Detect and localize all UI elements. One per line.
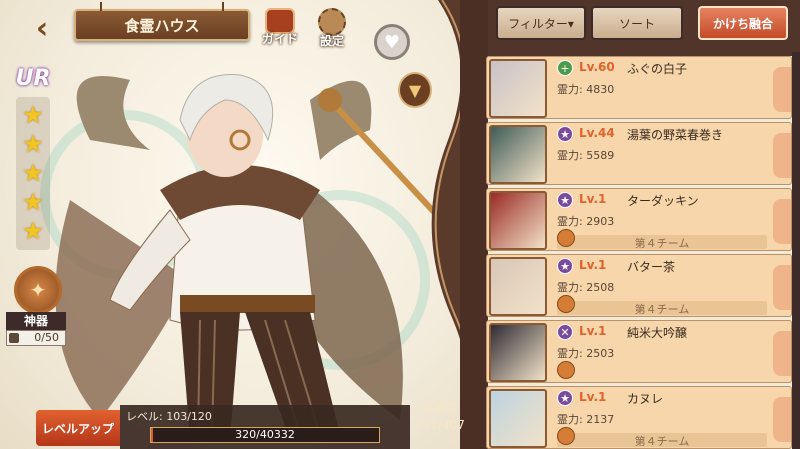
row-tab (773, 265, 791, 310)
list-scrollbar[interactable] (792, 52, 800, 449)
list-item[interactable]: ★ Lv.44 湯葉の野菜春巻き 霊力: 5589 (486, 122, 792, 185)
character-name: 湯葉の野菜春巻き (627, 128, 724, 142)
character-stage: ‹ 食霊ハウス ガイド 設定 ♥ ▼ UR ★ ★ ★ ★ ★ ✦ 神器 0/50 レベ… (0, 0, 470, 449)
row-tab (773, 133, 791, 178)
team-badge: 第４チーム (557, 301, 767, 316)
character-portrait[interactable] (489, 191, 547, 250)
heart-icon: ♥ (383, 31, 401, 53)
level-label: Lv.60 (579, 60, 615, 74)
list-item[interactable]: ★ Lv.1 ターダッキン 霊力: 2903 第４チーム (486, 188, 792, 251)
character-portrait[interactable] (489, 389, 547, 448)
character-name: カヌレ (627, 392, 664, 406)
character-portrait[interactable] (489, 59, 547, 118)
level-panel: レベル: 103/120 320/40332 (120, 405, 410, 449)
power-value: 霊力: 2903 (557, 215, 615, 228)
character-name: ターダッキン (627, 194, 699, 208)
row-tab (773, 331, 791, 376)
grade-icon: ★ (557, 258, 573, 274)
character-portrait[interactable] (489, 257, 547, 316)
character-list[interactable]: + Lv.60 ふぐの白子 霊力: 4830 ★ Lv.44 湯葉の野菜春巻き 霊力: 558… (486, 52, 792, 449)
star-rating: ★ ★ ★ ★ ★ (16, 97, 50, 250)
character-portrait[interactable] (489, 125, 547, 184)
grade-icon: + (557, 60, 573, 76)
star-icon: ★ (22, 159, 44, 187)
grade-icon: ✕ (557, 324, 573, 340)
power-value: 霊力: 4830 (557, 83, 615, 96)
list-toolbar: フィルター▾ ソート かけち融合 (488, 0, 800, 56)
level-up-button[interactable]: レベルアップ (36, 410, 120, 446)
rarity-badge: UR (15, 66, 51, 91)
power-value: 霊力: 5589 (557, 149, 615, 162)
wood-frame (431, 0, 488, 449)
guide-label: ガイド (262, 32, 299, 46)
artifact-count-value: 0/50 (34, 331, 59, 344)
level-label: Lv.44 (579, 126, 615, 140)
star-icon: ★ (22, 101, 44, 129)
settings-label: 設定 (319, 34, 344, 48)
fuse-button[interactable]: かけち融合 (698, 6, 788, 40)
team-badge: 第４チーム (557, 433, 767, 448)
character-portrait[interactable] (489, 323, 547, 382)
power-value: 霊力: 2503 (557, 347, 615, 360)
row-tab (773, 67, 791, 112)
star-icon: ★ (22, 217, 44, 245)
star-icon: ★ (22, 130, 44, 158)
capacity-icon (9, 333, 19, 343)
list-item[interactable]: ✕ Lv.1 純米大吟醸 霊力: 2503 (486, 320, 792, 383)
favor-icon (557, 361, 575, 379)
level-label: Lv.1 (579, 258, 607, 272)
character-name: 純米大吟醸 (627, 326, 688, 340)
artifact-count: 0/50 (6, 330, 66, 346)
list-item[interactable]: ★ Lv.1 バター茶 霊力: 2508 第４チーム (486, 254, 792, 317)
level-label: Lv.1 (579, 324, 607, 338)
sort-button[interactable]: ソート (591, 6, 683, 40)
character-name: バター茶 (627, 260, 676, 274)
star-icon: ★ (22, 188, 44, 216)
character-illustration[interactable] (40, 40, 440, 449)
favor-icon (557, 229, 575, 247)
grade-icon: ★ (557, 390, 573, 406)
exp-text: 320/40332 (235, 428, 295, 441)
rarity-panel: UR ★ ★ ★ ★ ★ (10, 66, 56, 250)
team-badge: 第４チーム (557, 235, 767, 250)
list-item[interactable]: ★ Lv.1 カヌレ 霊力: 2137 第４チーム (486, 386, 792, 449)
artifact-label: 神器 (6, 312, 66, 330)
level-label: Lv.1 (579, 192, 607, 206)
collection-value: 151/407 (415, 418, 465, 432)
page-title: 食霊ハウス (74, 2, 250, 41)
collection-panel: 収集度 151/407 (410, 398, 470, 434)
character-name: ふぐの白子 (627, 62, 688, 76)
grade-icon: ★ (557, 192, 573, 208)
row-tab (773, 199, 791, 244)
level-text: レベル: 103/120 (126, 410, 212, 423)
back-button[interactable]: ‹ (22, 11, 62, 46)
guide-button[interactable]: ガイド (262, 8, 298, 47)
favor-icon (557, 295, 575, 313)
settings-button[interactable]: 設定 (318, 8, 346, 49)
list-item[interactable]: + Lv.60 ふぐの白子 霊力: 4830 (486, 56, 792, 119)
collection-label: 収集度 (421, 400, 458, 414)
level-label: Lv.1 (579, 390, 607, 404)
power-value: 霊力: 2137 (557, 413, 615, 426)
row-tab (773, 397, 791, 442)
filter-button[interactable]: フィルター▾ (496, 6, 586, 40)
grade-icon: ★ (557, 126, 573, 142)
artifact-icon: ✦ (29, 278, 47, 302)
favorite-button[interactable]: ♥ (374, 24, 410, 60)
favor-icon (557, 427, 575, 445)
exp-bar: 320/40332 (150, 427, 380, 443)
power-value: 霊力: 2508 (557, 281, 615, 294)
artifact-button[interactable]: ✦ (14, 266, 62, 314)
